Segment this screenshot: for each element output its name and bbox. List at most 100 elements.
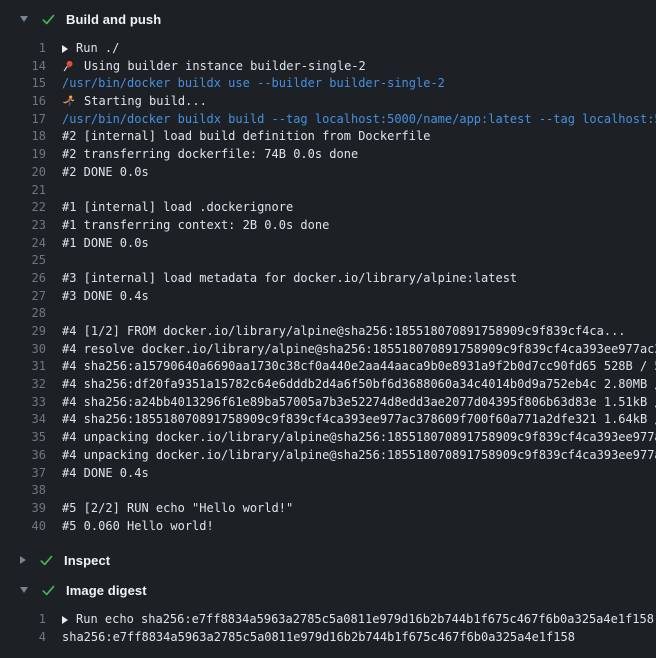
log-line: 33 #4 sha256:a24bb4013296f61e89ba57005a7… [0, 394, 656, 412]
chevron-down-icon [20, 16, 28, 22]
section-log-lines: 1 Run ./ 14 Using builder instance build… [0, 40, 656, 535]
log-line: 19 #2 transferring dockerfile: 74B 0.0s … [0, 146, 656, 164]
check-icon [41, 12, 56, 27]
log-text: #4 sha256:df20fa9351a15782c64e6dddb2d4a6… [62, 376, 656, 394]
workflow-log-viewer: Build and push 1 Run ./ 14 Using builder… [0, 0, 656, 658]
log-line: 15 /usr/bin/docker buildx use --builder … [0, 75, 656, 93]
line-number[interactable]: 21 [0, 182, 46, 200]
log-text: #4 sha256:185518070891758909c9f839cf4ca3… [62, 411, 656, 429]
line-number[interactable]: 24 [0, 235, 46, 253]
log-text: #4 unpacking docker.io/library/alpine@sh… [62, 429, 656, 447]
line-number[interactable]: 18 [0, 128, 46, 146]
check-icon [41, 583, 56, 598]
log-line: 26 #3 [internal] load metadata for docke… [0, 270, 656, 288]
log-line: 14 Using builder instance builder-single… [0, 58, 656, 76]
log-text: Run ./ [76, 40, 119, 58]
log-text: sha256:e7ff8834a5963a2785c5a0811e979d16b… [62, 629, 575, 647]
log-text: #3 DONE 0.4s [62, 288, 149, 306]
log-line: 30 #4 resolve docker.io/library/alpine@s… [0, 341, 656, 359]
log-text: #4 resolve docker.io/library/alpine@sha2… [62, 341, 656, 359]
line-number[interactable]: 23 [0, 217, 46, 235]
check-icon [39, 553, 54, 568]
line-number[interactable]: 32 [0, 376, 46, 394]
log-line: 31 #4 sha256:a15790640a6690aa1730c38cf0a… [0, 358, 656, 376]
line-number[interactable]: 26 [0, 270, 46, 288]
line-number[interactable]: 17 [0, 111, 46, 129]
log-section: Build and push 1 Run ./ 14 Using builder… [0, 8, 656, 535]
log-line: 17 /usr/bin/docker buildx build --tag lo… [0, 111, 656, 129]
log-section: Image digest 1 Run echo sha256:e7ff8834a… [0, 579, 656, 646]
log-line: 28 [0, 305, 656, 323]
log-section: Inspect [0, 549, 656, 571]
log-line: 24 #1 DONE 0.0s [0, 235, 656, 253]
log-line: 35 #4 unpacking docker.io/library/alpine… [0, 429, 656, 447]
log-text: #4 DONE 0.4s [62, 465, 149, 483]
log-line: 32 #4 sha256:df20fa9351a15782c64e6dddb2d… [0, 376, 656, 394]
log-line: 18 #2 [internal] load build definition f… [0, 128, 656, 146]
log-line: 16 Starting build... [0, 93, 656, 111]
line-number[interactable]: 31 [0, 358, 46, 376]
log-text: Starting build... [84, 93, 207, 111]
log-text: #2 [internal] load build definition from… [62, 128, 430, 146]
line-number[interactable]: 27 [0, 288, 46, 306]
log-text: #4 sha256:a24bb4013296f61e89ba57005a7b3e… [62, 394, 656, 412]
line-number[interactable]: 28 [0, 305, 46, 323]
line-number[interactable]: 29 [0, 323, 46, 341]
log-line: 25 [0, 252, 656, 270]
log-line: 20 #2 DONE 0.0s [0, 164, 656, 182]
log-line: 4 sha256:e7ff8834a5963a2785c5a0811e979d1… [0, 629, 656, 647]
run-expander-icon[interactable] [62, 45, 68, 53]
log-text: #2 DONE 0.0s [62, 164, 149, 182]
log-text: Run echo sha256:e7ff8834a5963a2785c5a081… [76, 611, 654, 629]
line-number[interactable]: 34 [0, 411, 46, 429]
line-number[interactable]: 19 [0, 146, 46, 164]
log-text: #1 transferring context: 2B 0.0s done [62, 217, 329, 235]
log-line: 1 Run ./ [0, 40, 656, 58]
chevron-right-icon [20, 556, 26, 564]
log-text: Using builder instance builder-single-2 [84, 58, 366, 76]
line-number[interactable]: 38 [0, 482, 46, 500]
line-number[interactable]: 35 [0, 429, 46, 447]
log-text: #2 transferring dockerfile: 74B 0.0s don… [62, 146, 358, 164]
line-number[interactable]: 33 [0, 394, 46, 412]
section-header[interactable]: Image digest [0, 579, 656, 601]
line-number[interactable]: 15 [0, 75, 46, 93]
log-text: #4 [1/2] FROM docker.io/library/alpine@s… [62, 323, 626, 341]
log-text: #4 sha256:a15790640a6690aa1730c38cf0a440… [62, 358, 656, 376]
log-line: 23 #1 transferring context: 2B 0.0s done [0, 217, 656, 235]
log-line: 22 #1 [internal] load .dockerignore [0, 199, 656, 217]
section-title: Inspect [64, 553, 110, 568]
line-number[interactable]: 37 [0, 465, 46, 483]
run-expander-icon[interactable] [62, 616, 68, 624]
log-line: 29 #4 [1/2] FROM docker.io/library/alpin… [0, 323, 656, 341]
section-header[interactable]: Inspect [0, 549, 656, 571]
line-number[interactable]: 20 [0, 164, 46, 182]
log-text: /usr/bin/docker buildx build --tag local… [62, 111, 656, 129]
line-number[interactable]: 30 [0, 341, 46, 359]
log-line: 34 #4 sha256:185518070891758909c9f839cf4… [0, 411, 656, 429]
line-number[interactable]: 40 [0, 518, 46, 536]
section-header[interactable]: Build and push [0, 8, 656, 30]
line-number[interactable]: 1 [0, 40, 46, 58]
line-number[interactable]: 39 [0, 500, 46, 518]
line-number[interactable]: 22 [0, 199, 46, 217]
section-title: Image digest [66, 583, 147, 598]
log-text: #3 [internal] load metadata for docker.i… [62, 270, 517, 288]
log-line: 21 [0, 182, 656, 200]
line-number[interactable]: 36 [0, 447, 46, 465]
log-line: 36 #4 unpacking docker.io/library/alpine… [0, 447, 656, 465]
log-line: 40 #5 0.060 Hello world! [0, 518, 656, 536]
line-number[interactable]: 25 [0, 252, 46, 270]
log-text: #5 0.060 Hello world! [62, 518, 214, 536]
line-number[interactable]: 1 [0, 611, 46, 629]
log-text: #1 [internal] load .dockerignore [62, 199, 293, 217]
section-log-lines: 1 Run echo sha256:e7ff8834a5963a2785c5a0… [0, 611, 656, 646]
line-number[interactable]: 14 [0, 58, 46, 76]
log-line: 39 #5 [2/2] RUN echo "Hello world!" [0, 500, 656, 518]
line-number[interactable]: 4 [0, 629, 46, 647]
line-number[interactable]: 16 [0, 93, 46, 111]
runner-icon [62, 95, 75, 108]
log-line: 27 #3 DONE 0.4s [0, 288, 656, 306]
chevron-down-icon [20, 587, 28, 593]
log-text: #1 DONE 0.0s [62, 235, 149, 253]
